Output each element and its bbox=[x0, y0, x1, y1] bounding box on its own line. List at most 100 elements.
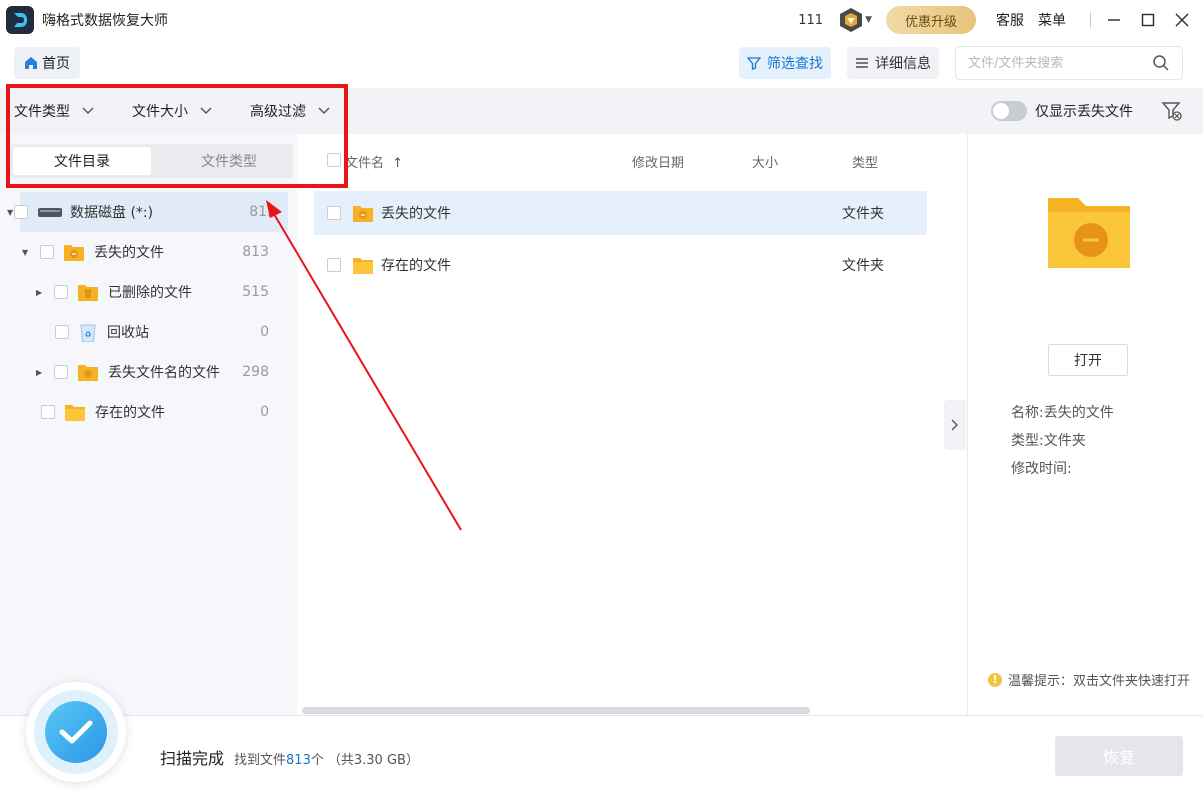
tab-home-label: 首页 bbox=[42, 56, 70, 72]
tree-checkbox[interactable] bbox=[40, 245, 54, 259]
home-icon bbox=[25, 57, 37, 69]
detail-modified: 修改时间: bbox=[1011, 461, 1072, 477]
annotation-highlight-box bbox=[6, 84, 348, 188]
lost-only-toggle[interactable] bbox=[991, 101, 1027, 121]
minimize-icon[interactable] bbox=[1103, 9, 1125, 31]
disk-icon bbox=[38, 206, 62, 218]
tree-item-count: 0 bbox=[260, 324, 269, 340]
directory-panel: 文件目录 文件类型 ▼ 数据磁盘 (*:) 813 ▼ 丢失的文件 813 ▶ … bbox=[0, 134, 297, 715]
title-bar: 嗨格式数据恢复大师 111 ▼ 优惠升级 客服 菜单 bbox=[0, 0, 1203, 40]
info-icon: ! bbox=[988, 672, 1002, 687]
detail-type: 类型:文件夹 bbox=[1011, 433, 1086, 449]
status-prefix: 找到文件 bbox=[234, 753, 287, 768]
filter-search-label: 筛选查找 bbox=[767, 56, 823, 72]
tree-item-label: 数据磁盘 (*:) bbox=[70, 205, 154, 221]
folder-icon bbox=[353, 256, 373, 274]
tree-item-count: 813 bbox=[249, 204, 276, 220]
lost-folder-icon bbox=[64, 243, 84, 261]
check-icon bbox=[45, 701, 107, 763]
tab-home[interactable]: 首页 bbox=[14, 47, 80, 79]
tree-checkbox[interactable] bbox=[55, 325, 69, 339]
tree-item-count: 0 bbox=[260, 404, 269, 420]
collapse-panel-button[interactable] bbox=[944, 400, 966, 450]
tree-checkbox[interactable] bbox=[41, 405, 55, 419]
expand-icon[interactable]: ▼ bbox=[22, 248, 32, 257]
file-list-panel: 文件名 ↑ 修改日期 大小 类型 丢失的文件 文件夹 存在的文件 文件夹 bbox=[297, 134, 967, 715]
row-name: 丢失的文件 bbox=[381, 206, 451, 222]
maximize-icon[interactable] bbox=[1137, 9, 1159, 31]
tree-checkbox[interactable] bbox=[14, 205, 28, 219]
sort-ascending-icon: ↑ bbox=[392, 155, 404, 171]
vip-badge-icon[interactable] bbox=[837, 6, 865, 34]
tree-item-count: 298 bbox=[242, 364, 269, 380]
status-suffix: 个 bbox=[310, 753, 324, 768]
status-title: 扫描完成 bbox=[160, 749, 225, 768]
search-box bbox=[955, 46, 1183, 80]
tip: ! 温馨提示：双击文件夹快速打开 bbox=[988, 670, 1190, 689]
horizontal-scrollbar[interactable] bbox=[302, 707, 810, 714]
status-total: （共3.30 GB） bbox=[327, 753, 419, 768]
app-title: 嗨格式数据恢复大师 bbox=[42, 13, 168, 29]
filter-search-button[interactable]: 筛选查找 bbox=[739, 47, 831, 79]
tree-checkbox[interactable] bbox=[54, 365, 68, 379]
status-count: 813 bbox=[286, 753, 311, 768]
divider bbox=[1090, 12, 1091, 28]
toolbar: 首页 筛选查找 详细信息 bbox=[0, 40, 1203, 86]
lost-folder-preview-icon bbox=[1046, 192, 1132, 276]
detail-name: 名称:丢失的文件 bbox=[1011, 405, 1114, 421]
details-label: 详细信息 bbox=[875, 56, 931, 72]
tree-item-count: 813 bbox=[242, 244, 269, 260]
lost-only-label: 仅显示丢失文件 bbox=[1035, 104, 1133, 120]
search-input[interactable] bbox=[968, 55, 1152, 71]
chevron-down-icon[interactable]: ▼ bbox=[865, 15, 872, 25]
tree-item-lost-files[interactable]: ▼ 丢失的文件 813 bbox=[0, 232, 290, 272]
column-header-size[interactable]: 大小 bbox=[752, 152, 778, 171]
row-checkbox[interactable] bbox=[327, 206, 341, 220]
notification-count: 111 bbox=[798, 12, 824, 28]
menu-link[interactable]: 菜单 bbox=[1038, 10, 1066, 30]
list-header: 文件名 ↑ 修改日期 大小 类型 bbox=[297, 134, 967, 188]
tree-item-label: 存在的文件 bbox=[95, 405, 165, 421]
recycle-bin-icon: ♻ bbox=[79, 322, 97, 342]
restore-button[interactable]: 恢复 bbox=[1055, 736, 1183, 776]
svg-text:♻: ♻ bbox=[84, 330, 91, 339]
tree-item-label: 丢失文件名的文件 bbox=[108, 365, 220, 381]
tree-checkbox[interactable] bbox=[54, 285, 68, 299]
lost-folder-icon bbox=[353, 204, 373, 222]
row-checkbox[interactable] bbox=[327, 258, 341, 272]
row-type: 文件夹 bbox=[842, 206, 884, 222]
chevron-right-icon bbox=[951, 419, 958, 431]
tree-item-deleted-files[interactable]: ▶ 已删除的文件 515 bbox=[0, 272, 290, 312]
details-panel: 打开 名称:丢失的文件 类型:文件夹 修改时间: ! 温馨提示：双击文件夹快速打… bbox=[944, 134, 1203, 715]
folder-icon bbox=[65, 403, 85, 421]
tree-item-disk[interactable]: ▼ 数据磁盘 (*:) 813 bbox=[7, 192, 288, 232]
column-header-type[interactable]: 类型 bbox=[852, 152, 878, 171]
open-button[interactable]: 打开 bbox=[1048, 344, 1128, 376]
table-row[interactable]: 存在的文件 文件夹 bbox=[314, 243, 927, 287]
unknown-folder-icon bbox=[78, 363, 98, 381]
service-link[interactable]: 客服 bbox=[996, 10, 1024, 30]
column-header-modified[interactable]: 修改日期 bbox=[632, 152, 684, 171]
trash-folder-icon bbox=[78, 283, 98, 301]
tree-item-count: 515 bbox=[242, 284, 269, 300]
clear-filter-icon[interactable] bbox=[1161, 100, 1183, 122]
list-icon bbox=[856, 58, 868, 68]
table-row[interactable]: 丢失的文件 文件夹 bbox=[314, 191, 927, 235]
tree-item-nameless-files[interactable]: ▶ 丢失文件名的文件 298 bbox=[0, 352, 290, 392]
column-header-name[interactable]: 文件名 ↑ bbox=[345, 152, 403, 171]
tree-item-recycle-bin[interactable]: ♻ 回收站 0 bbox=[0, 312, 290, 352]
expand-icon[interactable]: ▶ bbox=[36, 288, 46, 297]
tree-item-label: 回收站 bbox=[107, 325, 149, 341]
search-icon[interactable] bbox=[1152, 54, 1170, 72]
tree-item-label: 已删除的文件 bbox=[108, 285, 192, 301]
upgrade-button[interactable]: 优惠升级 bbox=[886, 6, 976, 34]
tip-text: 温馨提示：双击文件夹快速打开 bbox=[1008, 674, 1191, 689]
status-text: 扫描完成 找到文件 813 个 （共3.30 GB） bbox=[160, 745, 419, 769]
row-type: 文件夹 bbox=[842, 258, 884, 274]
tree-item-existing-files[interactable]: 存在的文件 0 bbox=[0, 392, 290, 432]
tree-item-label: 丢失的文件 bbox=[94, 245, 164, 261]
details-button[interactable]: 详细信息 bbox=[847, 47, 939, 79]
scan-complete-badge bbox=[26, 682, 126, 782]
expand-icon[interactable]: ▶ bbox=[36, 368, 46, 377]
close-icon[interactable] bbox=[1171, 9, 1193, 31]
